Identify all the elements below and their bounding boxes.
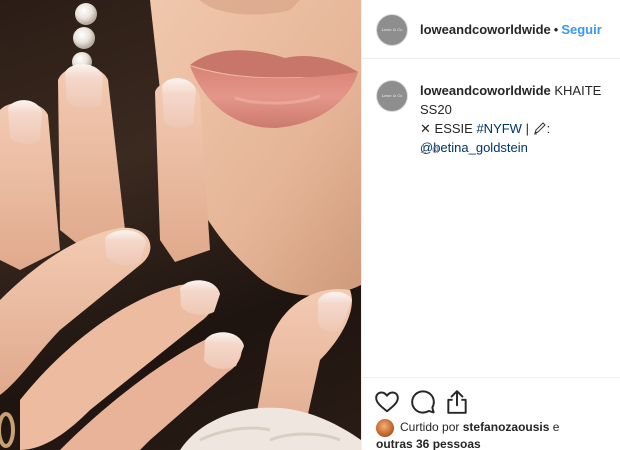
caption-text-line2: ESSIE bbox=[434, 121, 473, 136]
avatar-logo-text: Lowe & Co bbox=[381, 94, 403, 98]
pipe-separator: | bbox=[525, 121, 529, 136]
caption-text: loweandcoworldwide KHAITE SS20 ✕ ESSIE #… bbox=[420, 81, 616, 157]
instagram-post: Lowe & Co loweandcoworldwide • Seguir Lowe… bbox=[0, 0, 620, 450]
header-text: loweandcoworldwide • Seguir bbox=[420, 22, 602, 37]
pencil-icon bbox=[533, 122, 546, 135]
liker-username[interactable]: stefanozaousis bbox=[463, 420, 550, 434]
heart-icon[interactable] bbox=[374, 389, 400, 415]
hashtag-link[interactable]: #NYFW bbox=[476, 121, 522, 136]
caption-username[interactable]: loweandcoworldwide bbox=[420, 83, 551, 98]
caption-avatar[interactable]: Lowe & Co bbox=[376, 80, 408, 112]
post-header: Lowe & Co loweandcoworldwide • Seguir bbox=[362, 0, 620, 59]
post-sidebar: Lowe & Co loweandcoworldwide • Seguir Lowe… bbox=[361, 0, 620, 450]
liker-avatar[interactable] bbox=[376, 419, 394, 437]
avatar-logo-text: Lowe & Co bbox=[381, 28, 403, 32]
author-username[interactable]: loweandcoworldwide bbox=[420, 22, 551, 37]
likes-prefix: Curtido por bbox=[400, 420, 460, 434]
share-icon[interactable] bbox=[444, 389, 470, 415]
follow-button[interactable]: Seguir bbox=[561, 22, 601, 37]
post-actions: Curtido por stefanozaousis e outras 36 p… bbox=[362, 377, 620, 450]
other-likers-link[interactable]: outras 36 pessoas bbox=[376, 437, 481, 450]
colon: : bbox=[546, 121, 551, 136]
post-timestamp[interactable]: 1 d bbox=[420, 142, 440, 156]
likes-line2: outras 36 pessoas bbox=[376, 436, 481, 450]
post-photo[interactable] bbox=[0, 0, 361, 450]
separator-dot: • bbox=[553, 22, 559, 37]
author-avatar[interactable]: Lowe & Co bbox=[376, 14, 408, 46]
likes-suffix: e bbox=[552, 420, 560, 434]
cross-symbol: ✕ bbox=[420, 121, 431, 136]
likes-line1: Curtido por stefanozaousis e bbox=[400, 419, 559, 435]
nails-and-lips-image bbox=[0, 0, 361, 450]
comment-icon[interactable] bbox=[410, 389, 436, 415]
